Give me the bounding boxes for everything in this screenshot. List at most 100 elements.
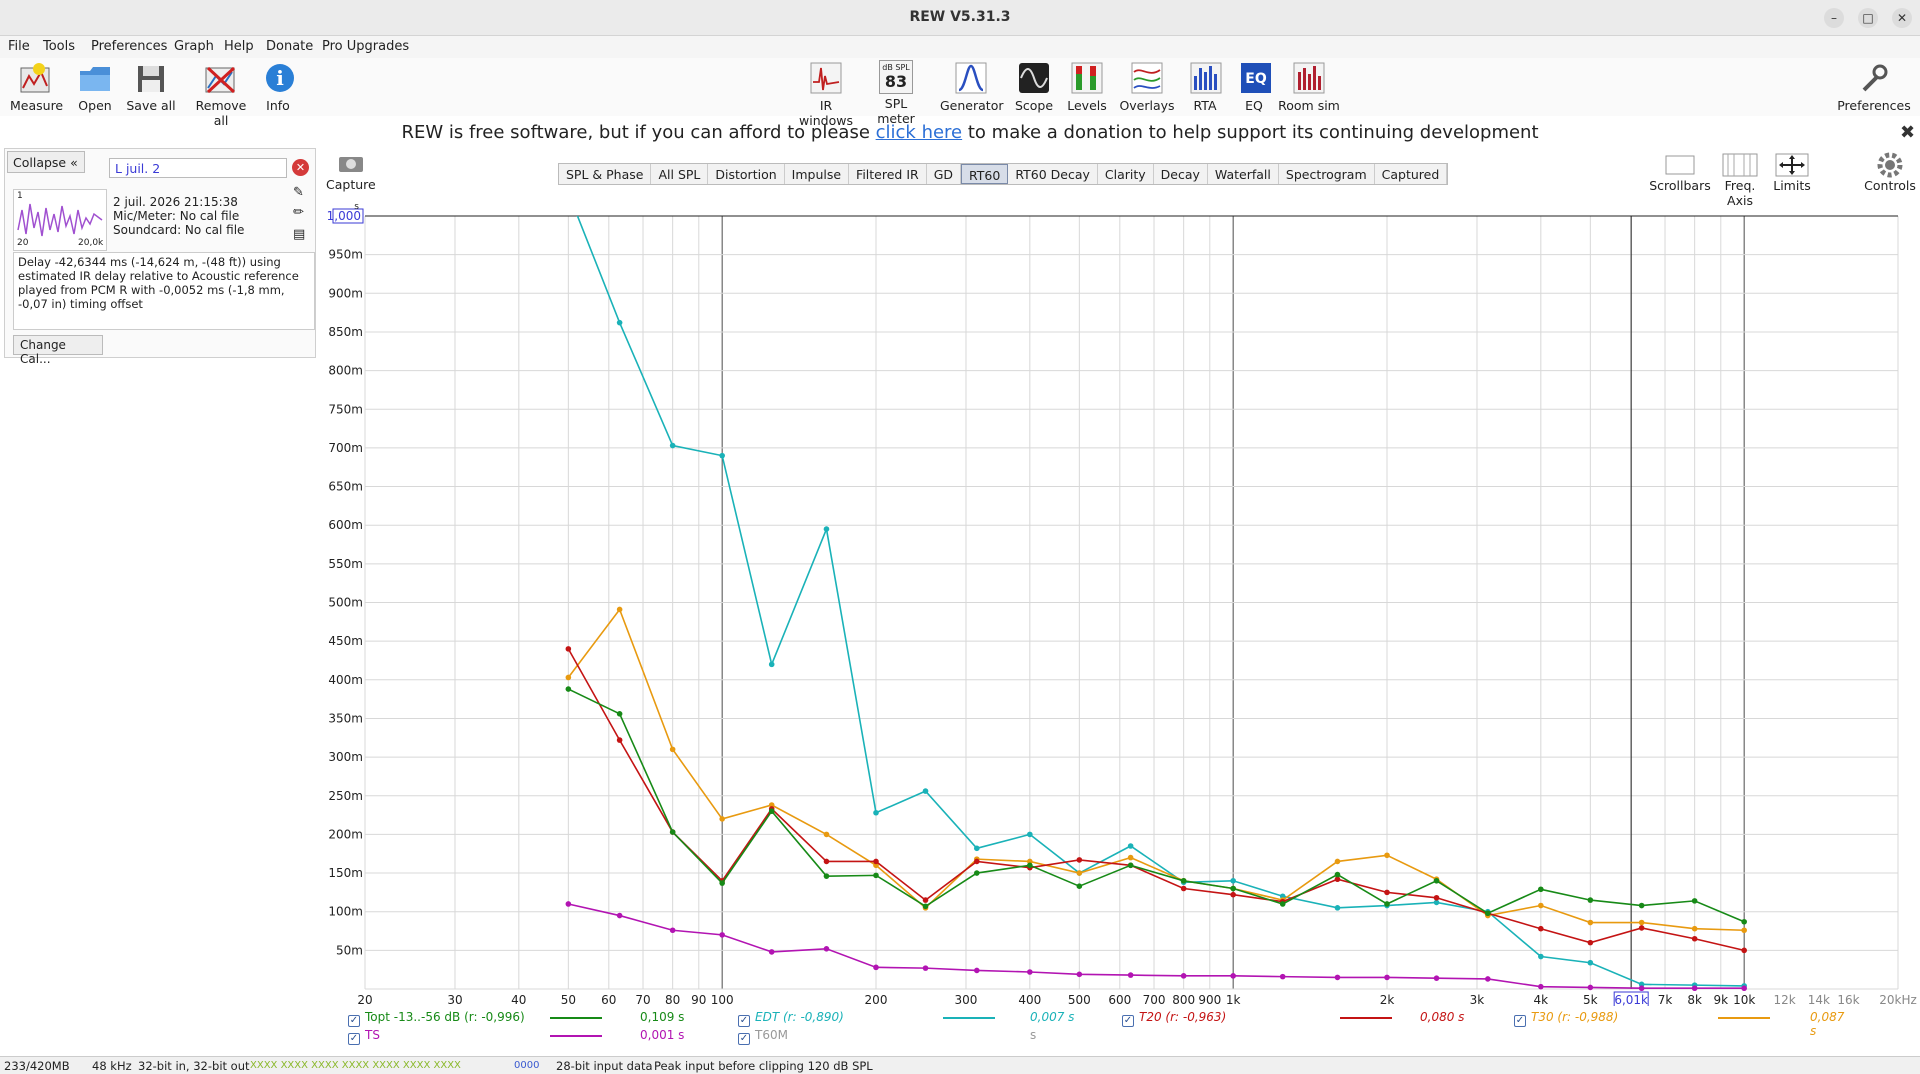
legend-label: T60M <box>755 1028 788 1042</box>
legend-checkbox[interactable]: ✓ <box>1514 1015 1526 1027</box>
data-point-t30 <box>565 674 572 681</box>
data-point-t30 <box>719 816 725 822</box>
y-tick-label: 200m <box>328 827 363 841</box>
change-cal-button[interactable]: Change Cal... <box>13 335 103 366</box>
status-bar: 233/420MB 48 kHz 32-bit in, 32-bit out X… <box>0 1056 1920 1074</box>
remove-icon <box>203 60 239 96</box>
close-icon[interactable]: ✕ <box>1892 8 1912 28</box>
menu-bar: File Tools Preferences Graph Help Donate… <box>0 36 1920 58</box>
legend-item[interactable]: ✓ EDT (r: -0,890) <box>738 1010 844 1027</box>
ir-windows-button[interactable]: IR windows <box>792 60 860 128</box>
minimize-icon[interactable]: – <box>1824 8 1844 28</box>
menu-preferences[interactable]: Preferences <box>91 39 167 54</box>
scope-button[interactable]: Scope <box>1014 60 1054 113</box>
maximize-icon[interactable]: □ <box>1858 8 1878 28</box>
legend-item[interactable]: ✓ TS <box>348 1028 380 1045</box>
tab-rt60[interactable]: RT60 <box>961 164 1009 184</box>
remove-measurement-icon[interactable]: ✕ <box>292 159 309 176</box>
donate-link[interactable]: click here <box>876 122 963 143</box>
menu-file[interactable]: File <box>8 39 30 54</box>
tab-rt60-decay[interactable]: RT60 Decay <box>1008 164 1098 184</box>
generator-label: Generator <box>940 98 1004 113</box>
legend-checkbox[interactable]: ✓ <box>1122 1015 1134 1027</box>
legend-item[interactable]: ✓ T20 (r: -0,963) <box>1122 1010 1226 1027</box>
tab-filtered-ir[interactable]: Filtered IR <box>849 164 927 184</box>
controls-button[interactable]: Controls <box>1862 152 1918 193</box>
preferences-button[interactable]: Preferences <box>1836 60 1912 113</box>
document-icon[interactable]: ▤ <box>293 227 305 242</box>
legend-item[interactable]: ✓ T30 (r: -0,988) <box>1514 1010 1618 1027</box>
legend-checkbox[interactable]: ✓ <box>348 1033 360 1045</box>
x-tick-label: 7k <box>1658 993 1673 1006</box>
measure-button[interactable]: Measure <box>10 60 63 113</box>
collapse-button[interactable]: Collapse « <box>7 151 85 173</box>
spl-meter-button[interactable]: dB SPL 83 SPL meter <box>866 60 926 126</box>
tab-captured[interactable]: Captured <box>1375 164 1448 184</box>
data-point-edt <box>1538 953 1544 960</box>
measurement-thumbnail[interactable]: 1 20 20,0k <box>13 189 107 251</box>
tab-spl-phase[interactable]: SPL & Phase <box>559 164 652 184</box>
generator-button[interactable]: Generator <box>940 60 1004 113</box>
legend-item[interactable]: ✓ T60M <box>738 1028 788 1045</box>
x-tick-label: 40 <box>511 993 526 1006</box>
info-label: Info <box>266 98 290 113</box>
data-point-topt <box>1691 898 1698 904</box>
rt60-chart[interactable]: 50m 100m 150m 200m 250m 300m 350m 400m 450m 500m 5… <box>325 200 1920 1008</box>
x-tick-label: 3k <box>1470 993 1485 1006</box>
data-point-ts <box>974 967 980 974</box>
capture-button[interactable]: Capture <box>326 152 376 192</box>
rta-button[interactable]: RTA <box>1188 60 1222 113</box>
menu-graph[interactable]: Graph <box>174 39 214 54</box>
menu-tools[interactable]: Tools <box>43 39 75 54</box>
banner-close-icon[interactable]: ✖ <box>1900 122 1915 143</box>
eq-button[interactable]: EQ EQ <box>1238 60 1271 113</box>
x-tick-label: 300 <box>955 993 978 1006</box>
data-point-topt <box>1741 918 1747 925</box>
tab-decay[interactable]: Decay <box>1154 164 1208 184</box>
tab-clarity[interactable]: Clarity <box>1098 164 1154 184</box>
open-button[interactable]: Open <box>70 60 120 113</box>
levels-button[interactable]: Levels <box>1066 60 1108 113</box>
legend-item[interactable]: ✓ Topt -13..-56 dB (r: -0,996) <box>348 1010 525 1027</box>
menu-help[interactable]: Help <box>224 39 254 54</box>
tab-impulse[interactable]: Impulse <box>785 164 850 184</box>
x-tick-label: 200 <box>865 993 888 1006</box>
legend-value: 0,007 s <box>1030 1010 1075 1024</box>
legend-checkbox[interactable]: ✓ <box>738 1033 750 1045</box>
legend-checkbox[interactable]: ✓ <box>738 1015 750 1027</box>
measurement-name-field[interactable]: L juil. 2 <box>109 158 287 178</box>
legend-value: 0,087 s <box>1810 1010 1845 1038</box>
data-point-t20 <box>823 858 830 865</box>
tab-distortion[interactable]: Distortion <box>708 164 785 184</box>
data-point-ts <box>1334 974 1341 981</box>
tab-gd[interactable]: GD <box>927 164 962 184</box>
tab-all-spl[interactable]: All SPL <box>651 164 709 184</box>
limits-button[interactable]: Limits <box>1768 152 1816 193</box>
pen-icon[interactable]: ✏ <box>293 205 304 220</box>
x-tick-label: 8k <box>1687 993 1702 1006</box>
data-point-topt <box>1180 877 1187 884</box>
data-point-t20 <box>1076 857 1083 863</box>
legend-checkbox[interactable]: ✓ <box>348 1015 360 1027</box>
svg-text:EQ: EQ <box>1245 71 1267 87</box>
edit-notes-icon[interactable]: ✎ <box>293 185 304 200</box>
title-bar: REW V5.31.3 – □ ✕ <box>0 0 1920 36</box>
data-point-topt <box>1587 897 1594 903</box>
info-button[interactable]: i Info <box>262 60 294 113</box>
tab-waterfall[interactable]: Waterfall <box>1208 164 1279 184</box>
save-all-button[interactable]: Save all <box>124 60 178 113</box>
data-point-t20 <box>1741 947 1747 954</box>
remove-all-button[interactable]: Remove all <box>188 60 254 128</box>
tab-spectrogram[interactable]: Spectrogram <box>1279 164 1375 184</box>
overlays-button[interactable]: Overlays <box>1118 60 1176 113</box>
scrollbars-button[interactable]: Scrollbars <box>1648 152 1712 193</box>
mic-cal-info: Mic/Meter: No cal file <box>113 209 240 223</box>
data-point-t20 <box>1433 894 1440 901</box>
menu-pro-upgrades[interactable]: Pro Upgrades <box>322 39 409 54</box>
data-point-edt <box>922 788 929 794</box>
room-sim-button[interactable]: Room sim <box>1278 60 1340 113</box>
legend-label: TS <box>365 1028 380 1042</box>
y-tick-label: 900m <box>328 286 363 300</box>
data-point-ts <box>669 927 676 934</box>
menu-donate[interactable]: Donate <box>266 39 313 54</box>
